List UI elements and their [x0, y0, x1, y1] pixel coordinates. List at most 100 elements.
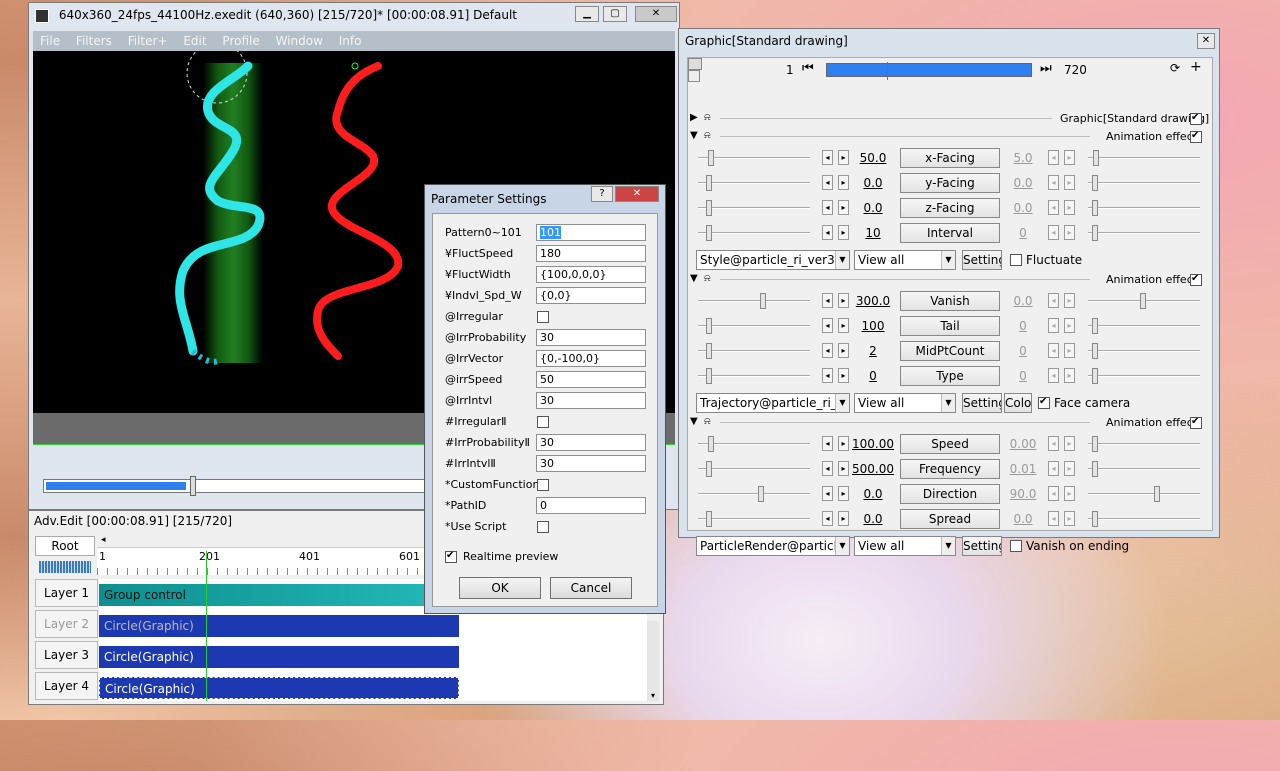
checkbox-s3[interactable]: [1010, 540, 1022, 552]
param-button-g1-3[interactable]: Interval: [900, 223, 1000, 243]
slider-thumb-right-g2-2[interactable]: [1092, 343, 1098, 359]
expand-triangle-row1[interactable]: ▶: [690, 112, 698, 123]
clip-group-control[interactable]: Group control: [99, 584, 429, 606]
checkbox-s2[interactable]: [1038, 396, 1050, 409]
ok-button[interactable]: OK: [459, 577, 541, 599]
param-button-g2-2[interactable]: MidPtCount: [900, 341, 1000, 361]
timeline-scroll-left[interactable]: ◂: [101, 535, 106, 545]
slider-right-g1-3[interactable]: [1088, 225, 1200, 241]
maximize-button[interactable]: ▢: [603, 6, 627, 22]
add-effect-icon[interactable]: +: [1190, 59, 1202, 75]
menu-filter-plus[interactable]: Filter+: [128, 34, 168, 48]
slider-thumb-left-g2-3[interactable]: [706, 368, 712, 384]
param-input-3[interactable]: {0,0}: [536, 287, 646, 304]
slider-thumb-left-g2-1[interactable]: [706, 318, 712, 334]
checkbox-s1[interactable]: [1010, 254, 1022, 266]
slider-left-g3-2[interactable]: [698, 486, 810, 502]
cancel-button[interactable]: Cancel: [550, 577, 632, 599]
slider-thumb-left-g3-1[interactable]: [706, 461, 712, 477]
slider-left-g1-1[interactable]: [698, 175, 810, 191]
menu-edit[interactable]: Edit: [183, 34, 206, 48]
dec-left-g1-0[interactable]: ◂: [822, 150, 833, 165]
slider-thumb-left-g3-2[interactable]: [758, 486, 764, 502]
slider-thumb-left-g1-0[interactable]: [708, 150, 714, 166]
playhead[interactable]: [206, 551, 207, 701]
dec-left-g1-1[interactable]: ◂: [822, 175, 833, 190]
param-checkbox-12[interactable]: [537, 479, 549, 491]
root-button[interactable]: Root: [35, 536, 95, 556]
slider-thumb-left-g1-2[interactable]: [706, 200, 712, 216]
reload-icon[interactable]: ⟳: [1170, 61, 1180, 75]
param-button-g2-1[interactable]: Tail: [900, 316, 1000, 336]
slider-thumb-left-g3-3[interactable]: [706, 511, 712, 527]
slider-thumb-right-g3-0[interactable]: [1092, 436, 1098, 452]
param-button-g3-3[interactable]: Spread: [900, 509, 1000, 529]
realtime-preview-checkbox[interactable]: [445, 550, 457, 563]
dropdown-view-s2[interactable]: View all ▼: [854, 393, 956, 413]
slider-thumb-right-g2-1[interactable]: [1092, 318, 1098, 334]
menu-filters[interactable]: Filters: [76, 34, 112, 48]
slider-right-g3-2[interactable]: [1088, 486, 1200, 502]
dropdown-view-s3[interactable]: View all ▼: [854, 536, 956, 556]
slider-thumb-left-g1-3[interactable]: [706, 225, 712, 241]
slider-right-g1-1[interactable]: [1088, 175, 1200, 191]
param-input-10[interactable]: 30: [536, 434, 646, 451]
slider-left-g3-1[interactable]: [698, 461, 810, 477]
value-left-g1-1[interactable]: 0.0: [848, 176, 898, 190]
value-left-g1-3[interactable]: 10: [848, 226, 898, 240]
value-left-g3-2[interactable]: 0.0: [848, 487, 898, 501]
slider-left-g2-0[interactable]: [698, 293, 810, 309]
param-checkbox-9[interactable]: [537, 416, 549, 428]
header-checkbox-anim1[interactable]: [1190, 130, 1202, 143]
dec-left-g3-2[interactable]: ◂: [822, 486, 833, 501]
clip-circle-2[interactable]: Circle(Graphic): [99, 615, 459, 637]
menu-profile[interactable]: Profile: [222, 34, 259, 48]
seek-thumb[interactable]: [190, 476, 196, 496]
menu-info[interactable]: Info: [339, 34, 362, 48]
slider-thumb-right-g3-1[interactable]: [1092, 461, 1098, 477]
param-input-11[interactable]: 30: [536, 455, 646, 472]
slider-thumb-right-g2-3[interactable]: [1092, 368, 1098, 384]
dec-left-g2-2[interactable]: ◂: [822, 343, 833, 358]
slider-thumb-left-g2-2[interactable]: [706, 343, 712, 359]
value-left-g3-3[interactable]: 0.0: [848, 512, 898, 526]
slider-thumb-right-g1-1[interactable]: [1092, 175, 1098, 191]
value-left-g1-2[interactable]: 0.0: [848, 201, 898, 215]
param-button-g2-3[interactable]: Type: [900, 366, 1000, 386]
slider-left-g2-3[interactable]: [698, 368, 810, 384]
dec-left-g2-3[interactable]: ◂: [822, 368, 833, 383]
param-checkbox-4[interactable]: [537, 311, 549, 323]
timeline-scrollbar[interactable]: ▾: [647, 621, 659, 701]
dropdown-script-s1[interactable]: Style@particle_ri_ver3 ▼: [696, 250, 850, 270]
graphic-close-button[interactable]: ✕: [1197, 33, 1215, 49]
slider-left-g1-3[interactable]: [698, 225, 810, 241]
param-input-5[interactable]: 30: [536, 329, 646, 346]
slider-thumb-right-g1-2[interactable]: [1092, 200, 1098, 216]
dec-left-g3-0[interactable]: ◂: [822, 436, 833, 451]
value-left-g2-1[interactable]: 100: [848, 319, 898, 333]
value-left-g2-3[interactable]: 0: [848, 369, 898, 383]
slider-left-g1-2[interactable]: [698, 200, 810, 216]
slider-right-g3-3[interactable]: [1088, 511, 1200, 527]
slider-right-g2-2[interactable]: [1088, 343, 1200, 359]
expand-triangle-anim2[interactable]: ▼: [690, 273, 698, 284]
frame-marker[interactable]: [887, 62, 888, 80]
menu-window[interactable]: Window: [276, 34, 323, 48]
slider-right-g2-0[interactable]: [1088, 293, 1200, 309]
minimize-button[interactable]: ▁: [575, 6, 599, 22]
help-button[interactable]: ?: [591, 186, 613, 202]
param-input-1[interactable]: 180: [536, 245, 646, 262]
param-checkbox-14[interactable]: [537, 521, 549, 533]
forward-button[interactable]: ⏭: [1040, 61, 1052, 76]
param-input-6[interactable]: {0,-100,0}: [536, 350, 646, 367]
layer-2[interactable]: Layer 2: [35, 610, 98, 638]
slider-thumb-right-g3-3[interactable]: [1092, 511, 1098, 527]
frame-bar[interactable]: [826, 62, 1032, 80]
camera-icon[interactable]: [688, 58, 702, 70]
param-button-g3-1[interactable]: Frequency: [900, 459, 1000, 479]
slider-thumb-left-g1-1[interactable]: [706, 175, 712, 191]
value-left-g2-2[interactable]: 2: [848, 344, 898, 358]
param-input-0[interactable]: 101: [536, 224, 646, 241]
slider-right-g1-2[interactable]: [1088, 200, 1200, 216]
param-button-g1-1[interactable]: y-Facing: [900, 173, 1000, 193]
